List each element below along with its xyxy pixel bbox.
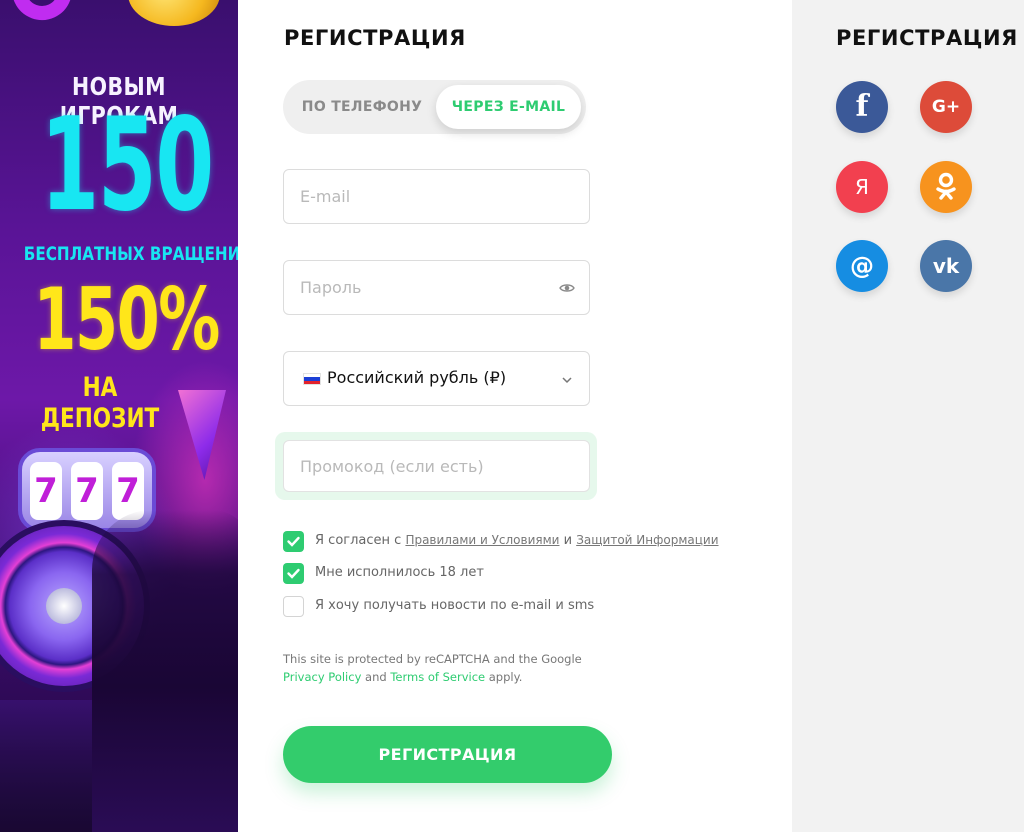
google-plus-login-button[interactable]: G+ [920, 81, 972, 133]
facebook-login-button[interactable]: f [836, 81, 888, 133]
promo-banner[interactable]: НОВЫМ ИГРОКАМ 150 БЕСПЛАТНЫХ ВРАЩЕНИЙ 15… [0, 0, 238, 832]
email-field-wrapper [283, 169, 590, 224]
banner-free-spins-label: БЕСПЛАТНЫХ ВРАЩЕНИЙ [23, 243, 238, 265]
roulette-center [46, 588, 82, 624]
age-label: Мне исполнилось 18 лет [315, 565, 484, 580]
terms-prefix: Я согласен с [315, 533, 402, 548]
chevron-down-icon [562, 377, 572, 384]
recaptcha-apply: apply. [488, 670, 523, 684]
odnoklassniki-login-button[interactable] [920, 161, 972, 213]
slot-reel: 7 [30, 462, 62, 520]
newsletter-label: Я хочу получать новости по e-mail и sms [315, 598, 595, 613]
terms-checkbox[interactable] [283, 531, 304, 552]
ring-decoration [3, 0, 81, 29]
register-button[interactable]: РЕГИСТРАЦИЯ [283, 726, 612, 783]
terms-label: Я согласен с Правилами и Условиями и Защ… [315, 533, 719, 548]
rules-link[interactable]: Правилами и Условиями [405, 533, 559, 547]
slot-reel: 7 [71, 462, 103, 520]
age-checkbox[interactable] [283, 563, 304, 584]
newsletter-checkbox[interactable] [283, 596, 304, 617]
terms-joiner: и [563, 533, 573, 548]
vk-icon: vk [932, 254, 960, 278]
banner-free-spins-count: 150 [40, 91, 214, 240]
privacy-policy-link[interactable]: Privacy Policy [283, 670, 361, 684]
mailru-icon: @ [850, 252, 874, 280]
page-title: РЕГИСТРАЦИЯ [284, 26, 466, 50]
password-field-wrapper [283, 260, 590, 315]
recaptcha-notice: This site is protected by reCAPTCHA and … [283, 650, 582, 686]
terms-of-service-link[interactable]: Terms of Service [390, 670, 485, 684]
recaptcha-text: This site is protected by reCAPTCHA and … [283, 652, 582, 666]
email-field[interactable] [284, 170, 589, 223]
tab-by-phone[interactable]: ПО ТЕЛЕФОНУ [289, 85, 435, 129]
social-title: РЕГИСТРАЦИЯ [836, 26, 1018, 50]
banner-deposit-percent: 150% [33, 270, 220, 370]
vk-login-button[interactable]: vk [920, 240, 972, 292]
tab-by-email[interactable]: ЧЕРЕЗ E-MAIL [436, 85, 581, 129]
checkmark-icon [287, 536, 300, 547]
yandex-login-button[interactable]: Я [836, 161, 888, 213]
odnoklassniki-icon [936, 172, 956, 200]
promo-field-wrapper [283, 440, 590, 492]
eye-icon[interactable] [559, 280, 575, 296]
social-panel [792, 0, 1024, 832]
facebook-icon: f [855, 89, 869, 124]
checkmark-icon [287, 568, 300, 579]
yandex-icon: Я [855, 175, 869, 199]
ru-flag-icon [303, 373, 321, 385]
currency-value: Российский рубль (₽) [327, 368, 507, 387]
rider-illustration [92, 510, 238, 832]
banner-deposit-label: НА ДЕПОЗИТ [40, 372, 160, 434]
google-plus-icon: G+ [931, 97, 961, 117]
currency-select[interactable]: Российский рубль (₽) [283, 351, 590, 406]
coin-decoration [128, 0, 220, 26]
recaptcha-and: and [365, 670, 387, 684]
privacy-protection-link[interactable]: Защитой Информации [576, 533, 718, 547]
registration-method-toggle: ПО ТЕЛЕФОНУ ЧЕРЕЗ E-MAIL [283, 80, 586, 134]
mailru-login-button[interactable]: @ [836, 240, 888, 292]
password-field[interactable] [284, 261, 589, 314]
promo-code-field[interactable] [284, 441, 589, 491]
